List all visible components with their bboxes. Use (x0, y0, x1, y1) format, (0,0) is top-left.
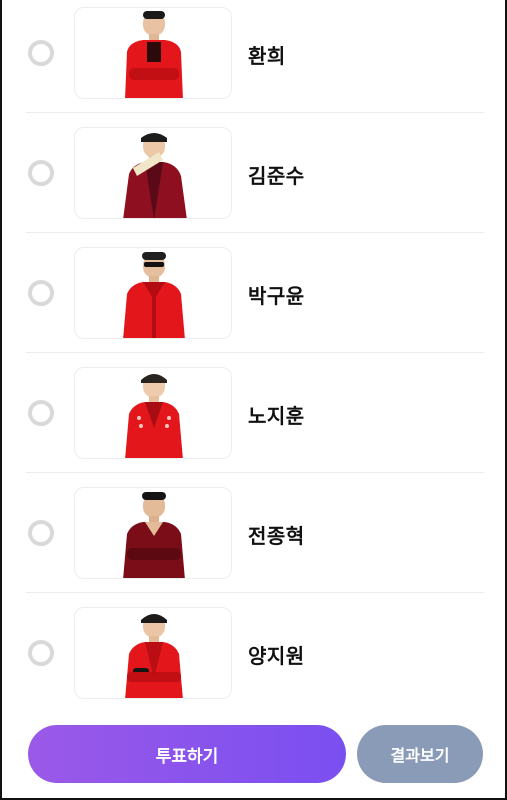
person-photo-icon (123, 492, 185, 578)
candidate-photo (74, 607, 232, 699)
candidate-name: 양지원 (248, 644, 305, 668)
candidate-row-1[interactable]: 환희 (26, 0, 484, 113)
radio-button[interactable] (28, 520, 54, 546)
view-results-button[interactable]: 결과보기 (357, 725, 483, 783)
candidate-row-4[interactable]: 노지훈 (26, 353, 484, 473)
candidate-row-2[interactable]: 김준수 (26, 113, 484, 233)
candidate-photo (74, 487, 232, 579)
radio-button[interactable] (28, 280, 54, 306)
person-photo-icon (123, 252, 185, 338)
candidate-photo (74, 247, 232, 339)
candidate-photo (74, 127, 232, 219)
candidate-name: 전종혁 (248, 524, 305, 548)
radio-button[interactable] (28, 40, 54, 66)
candidate-name: 박구윤 (248, 284, 305, 308)
person-photo-icon (125, 614, 183, 698)
candidate-row-6[interactable]: 양지원 (26, 593, 484, 713)
radio-button[interactable] (28, 400, 54, 426)
candidate-row-5[interactable]: 전종혁 (26, 473, 484, 593)
candidate-photo (74, 7, 232, 99)
candidate-row-3[interactable]: 박구윤 (26, 233, 484, 353)
candidate-photo (74, 367, 232, 459)
person-photo-icon (125, 374, 183, 458)
candidate-name: 환희 (248, 44, 286, 68)
person-photo-icon (123, 133, 187, 218)
action-bar: 투표하기 결과보기 (2, 712, 505, 798)
vote-button[interactable]: 투표하기 (28, 725, 346, 783)
radio-button[interactable] (28, 640, 54, 666)
radio-button[interactable] (28, 160, 54, 186)
candidate-name: 김준수 (248, 164, 305, 188)
person-photo-icon (125, 11, 183, 98)
candidate-name: 노지훈 (248, 404, 305, 428)
vote-panel: 환희 김준수 박구윤 노지훈 전종혁 양지원 투표하기 결과보기 (0, 0, 507, 800)
